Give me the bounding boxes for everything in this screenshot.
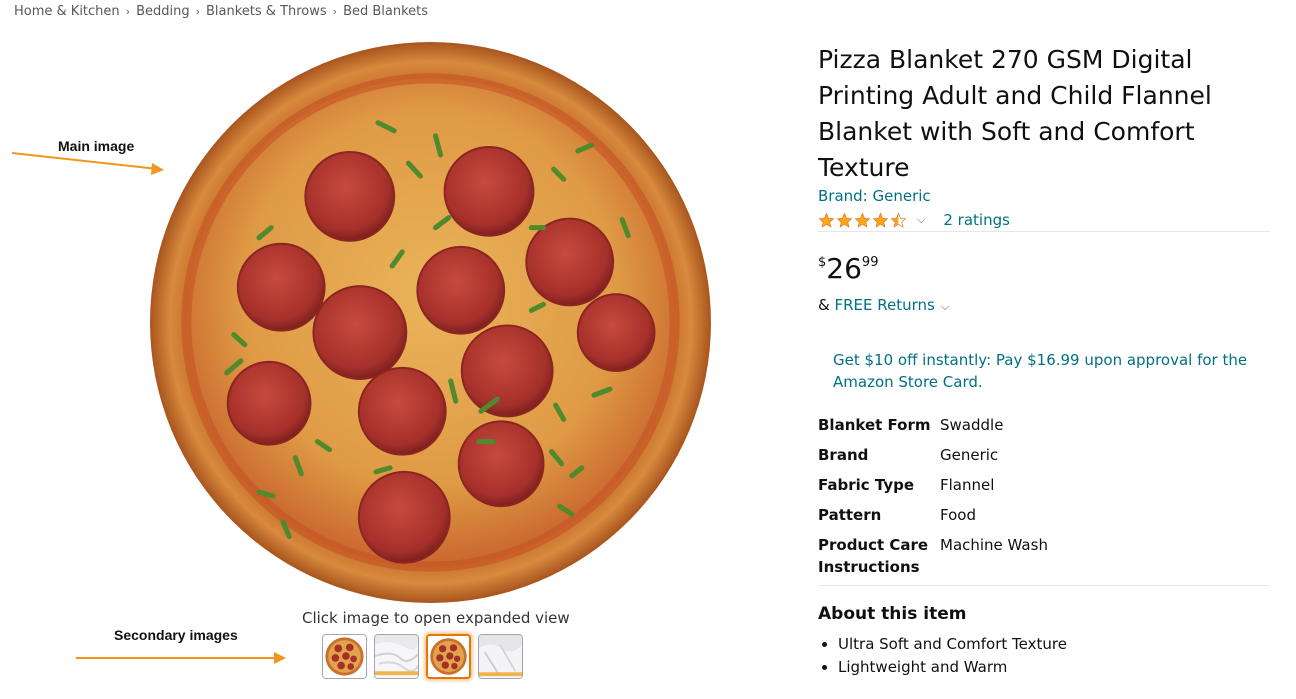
spec-value: Machine Wash [940, 536, 1048, 554]
breadcrumb-bed-blankets[interactable]: Bed Blankets [343, 4, 428, 19]
breadcrumb-separator: › [125, 5, 131, 18]
returns-prefix: & [818, 296, 830, 314]
pizza-thumbnail-icon [323, 635, 366, 678]
price-symbol: $ [818, 255, 827, 270]
thumbnail-pizza[interactable] [322, 634, 367, 679]
thumbnail-pizza-selected[interactable] [426, 634, 471, 679]
price: $2699 [818, 252, 878, 285]
spec-row: Blanket Form Swaddle [818, 414, 1048, 444]
secondary-images-annotation-arrow [76, 652, 286, 664]
store-card-promo[interactable]: Get $10 off instantly: Pay $16.99 upon a… [833, 349, 1253, 393]
breadcrumb-blankets-throws[interactable]: Blankets & Throws [206, 4, 327, 19]
star-full-icon [818, 212, 835, 228]
breadcrumb: Home & Kitchen › Bedding › Blankets & Throws… [14, 4, 428, 19]
product-specs-table: Blanket Form Swaddle Brand Generic Fabri… [818, 414, 1048, 586]
rating-row: ⌵ 2 ratings [818, 209, 1010, 231]
spec-label: Product Care Instructions [818, 536, 929, 576]
divider [818, 231, 1270, 232]
pizza-thumbnail-icon [428, 636, 469, 677]
star-full-icon [836, 212, 853, 228]
spec-value: Swaddle [940, 416, 1004, 434]
divider [818, 585, 1270, 586]
list-item: Lightweight and Warm [838, 656, 1067, 679]
spec-row: Product Care Instructions Machine Wash [818, 534, 1048, 586]
breadcrumb-bedding[interactable]: Bedding [136, 4, 190, 19]
star-full-icon [872, 212, 889, 228]
spec-label: Blanket Form [818, 416, 931, 434]
spec-value: Food [940, 506, 976, 524]
spec-row: Pattern Food [818, 504, 1048, 534]
spec-value: Flannel [940, 476, 995, 494]
about-heading: About this item [818, 604, 967, 624]
spec-row: Fabric Type Flannel [818, 474, 1048, 504]
thumbnail-blanket[interactable] [374, 634, 419, 679]
blanket-thumbnail-icon [375, 635, 418, 678]
blanket-thumbnail-icon [479, 635, 522, 678]
spec-label: Brand [818, 446, 869, 464]
chevron-down-icon[interactable]: ⌵ [941, 300, 949, 313]
chevron-down-icon[interactable]: ⌵ [917, 213, 925, 227]
thumbnail-strip [322, 634, 523, 679]
spec-label: Fabric Type [818, 476, 915, 494]
free-returns-link[interactable]: FREE Returns [834, 296, 934, 314]
star-rating[interactable] [818, 212, 907, 229]
breadcrumb-home-kitchen[interactable]: Home & Kitchen [14, 4, 120, 19]
main-product-image[interactable] [148, 40, 713, 605]
zoom-hint-text: Click image to open expanded view [302, 609, 570, 627]
pizza-image [150, 42, 711, 603]
brand-link[interactable]: Brand: Generic [818, 187, 931, 205]
star-full-icon [854, 212, 871, 228]
main-image-annotation-arrow [11, 152, 164, 175]
product-title: Pizza Blanket 270 GSM Digital Printing A… [818, 45, 1212, 182]
price-fraction: 99 [861, 255, 879, 270]
ratings-count-link[interactable]: 2 ratings [943, 211, 1010, 229]
spec-row: Brand Generic [818, 444, 1048, 474]
spec-value: Generic [940, 446, 999, 464]
returns-row: & FREE Returns ⌵ [818, 296, 949, 314]
thumbnail-blanket-2[interactable] [478, 634, 523, 679]
secondary-images-annotation-label: Secondary images [114, 627, 238, 643]
star-half-icon [890, 212, 907, 228]
breadcrumb-separator: › [332, 5, 338, 18]
list-item: Ultra Soft and Comfort Texture [838, 633, 1067, 656]
price-whole: 26 [826, 252, 862, 285]
spec-label: Pattern [818, 506, 882, 524]
breadcrumb-separator: › [195, 5, 200, 18]
about-bullets: Ultra Soft and Comfort Texture Lightweig… [818, 633, 1067, 679]
